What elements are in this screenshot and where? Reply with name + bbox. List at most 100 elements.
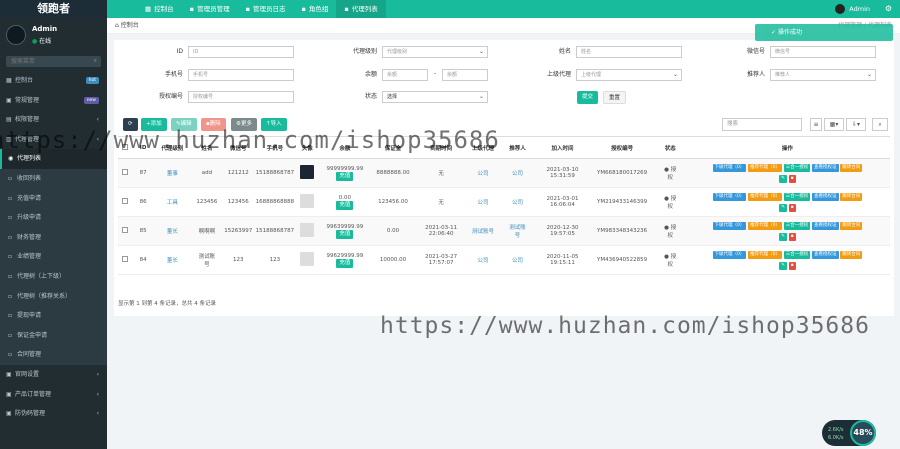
three-in-one-auth-button[interactable]: 三合一授权 <box>783 222 811 230</box>
sidebar-item[interactable]: ▫ 代理树（上下级） <box>0 266 107 287</box>
sidebar-item[interactable]: ▫ 充值申请 <box>0 188 107 209</box>
recharge-button[interactable]: 充值 <box>336 171 354 181</box>
row-checkbox-cell[interactable] <box>118 187 133 217</box>
filter-auth-input[interactable]: 授权编号 <box>188 91 294 103</box>
sidebar-item[interactable]: ▫ 合同管理 <box>0 345 107 365</box>
sidebar-item[interactable]: ▣ 防伪码管理 ‹ <box>0 404 107 424</box>
sidebar-item[interactable]: ▦ 控制台 hot <box>0 71 107 91</box>
delete-row-button[interactable]: ▪ <box>788 233 796 241</box>
view-certificate-button[interactable]: 查看授权证 <box>812 222 839 230</box>
referral-agent-button[interactable]: 推荐代理（0） <box>748 164 783 172</box>
checkbox[interactable] <box>122 198 129 204</box>
columns-icon[interactable]: ▦▾ <box>824 118 844 131</box>
referrer-link[interactable]: 公司 <box>512 171 523 177</box>
avatar[interactable] <box>300 165 315 179</box>
sidebar-item[interactable]: ▫ 提现申请 <box>0 306 107 326</box>
sub-agent-button[interactable]: 下级代理（0） <box>712 251 747 259</box>
avatar[interactable] <box>300 223 315 237</box>
delete-row-button[interactable]: ▪ <box>788 204 796 212</box>
status-badge[interactable]: ● 授权 <box>655 187 685 217</box>
edit-row-button[interactable]: ✎ <box>779 233 787 241</box>
referral-agent-button[interactable]: 推荐代理（0） <box>748 193 783 201</box>
row-checkbox-cell[interactable] <box>118 216 133 246</box>
referral-agent-button[interactable]: 推荐代理（0） <box>748 251 783 259</box>
sidebar-item[interactable]: ▫ 财务管理 <box>0 227 107 248</box>
sidebar-item[interactable]: ▣ 常规管理 new <box>0 91 107 111</box>
tab-role-group[interactable]: ▪ 角色组 <box>293 0 336 18</box>
sidebar-item[interactable]: ▫ 保证金申请 <box>0 325 107 346</box>
jump-contract-button[interactable]: 跳转合同 <box>840 193 863 201</box>
submit-button[interactable]: 提交 <box>577 91 599 104</box>
referrer-link[interactable]: 测试账 <box>499 223 537 231</box>
filter-id-input[interactable]: ID <box>188 46 294 58</box>
search-icon[interactable]: ⌕ <box>872 118 888 131</box>
parent-link[interactable]: 公司 <box>477 200 488 206</box>
level-link[interactable]: 工具 <box>167 200 178 206</box>
parent-link[interactable]: 测试账号 <box>472 229 494 235</box>
checkbox[interactable] <box>122 256 129 262</box>
referrer-link[interactable]: 号 <box>499 231 537 239</box>
filter-parent-select[interactable]: 上级代理 ⌄ <box>576 69 682 81</box>
delete-row-button[interactable]: ▪ <box>788 175 796 183</box>
three-in-one-auth-button[interactable]: 三合一授权 <box>783 251 811 259</box>
tab-admin-log[interactable]: ▪ 管理员日志 <box>238 0 294 18</box>
tab-admin-manage[interactable]: ▪ 管理员管理 <box>182 0 238 18</box>
recharge-button[interactable]: 充值 <box>336 258 354 268</box>
sidebar-item[interactable]: ▫ 代理树（推荐关系） <box>0 286 107 307</box>
status-badge[interactable]: ● 授权 <box>655 158 685 188</box>
level-link[interactable]: 董长 <box>167 229 178 235</box>
sidebar-item[interactable]: ▫ 业绩管理 <box>0 247 107 267</box>
filter-balance-min[interactable]: 余额 <box>382 69 428 81</box>
view-certificate-button[interactable]: 查看授权证 <box>812 193 839 201</box>
network-speed-widget[interactable]: 2.6K/s 6.0K/s 48% <box>822 420 876 446</box>
sidebar-item[interactable]: ▫ 升级申请 <box>0 208 107 228</box>
level-link[interactable]: 董事 <box>167 171 178 177</box>
tab-agent-list[interactable]: ▪ 代理列表 <box>336 0 386 18</box>
jump-contract-button[interactable]: 跳转合同 <box>840 164 863 172</box>
avatar[interactable] <box>300 194 315 208</box>
status-badge[interactable]: ● 授权 <box>655 216 685 246</box>
filter-balance-max[interactable]: 余额 <box>442 69 488 81</box>
view-certificate-button[interactable]: 查看授权证 <box>812 164 839 172</box>
sidebar-item[interactable]: ▣ 产品订单管理 ‹ <box>0 385 107 405</box>
sub-agent-button[interactable]: 下级代理（0） <box>712 222 747 230</box>
toggle-view-icon[interactable]: ≡ <box>810 118 822 131</box>
edit-row-button[interactable]: ✎ <box>779 204 787 212</box>
row-checkbox-cell[interactable] <box>118 158 133 188</box>
three-in-one-auth-button[interactable]: 三合一授权 <box>783 193 811 201</box>
edit-row-button[interactable]: ✎ <box>779 175 787 183</box>
parent-link[interactable]: 公司 <box>477 258 488 264</box>
recharge-button[interactable]: 充值 <box>336 229 354 239</box>
checkbox[interactable] <box>122 169 129 175</box>
sidebar-search-input[interactable] <box>6 56 101 67</box>
status-badge[interactable]: ● 授权 <box>655 245 685 275</box>
filter-level-select[interactable]: 代理级别 ⌄ <box>382 46 488 58</box>
tab-dashboard[interactable]: ▦ 控制台 <box>137 0 182 18</box>
search-icon[interactable]: ⌕ <box>94 57 97 65</box>
sub-agent-button[interactable]: 下级代理（0） <box>712 164 747 172</box>
sub-agent-button[interactable]: 下级代理（0） <box>712 193 747 201</box>
view-certificate-button[interactable]: 查看授权证 <box>812 251 839 259</box>
app-logo[interactable]: 领跑者 <box>0 0 107 18</box>
recharge-button[interactable]: 充值 <box>336 200 354 210</box>
breadcrumb-title[interactable]: 控制台 <box>121 22 139 29</box>
filter-phone-input[interactable]: 手机号 <box>188 69 294 81</box>
level-link[interactable]: 董长 <box>167 258 178 264</box>
filter-name-input[interactable]: 姓名 <box>576 46 682 58</box>
edit-row-button[interactable]: ✎ <box>779 262 787 270</box>
referral-agent-button[interactable]: 推荐代理（0） <box>748 222 783 230</box>
sidebar-item[interactable]: ▫ 收回列表 <box>0 168 107 189</box>
sidebar-item[interactable]: ▣ 官网设置 ‹ <box>0 365 107 385</box>
table-search-input[interactable]: 搜索 <box>722 118 802 131</box>
export-icon[interactable]: ⇩▾ <box>846 118 866 131</box>
avatar[interactable] <box>300 252 315 266</box>
gear-icon[interactable]: ⚙ <box>885 0 892 18</box>
reset-button[interactable]: 重置 <box>603 91 627 104</box>
parent-link[interactable]: 公司 <box>477 171 488 177</box>
checkbox[interactable] <box>122 227 129 233</box>
filter-wechat-input[interactable]: 微信号 <box>770 46 876 58</box>
referrer-link[interactable]: 公司 <box>512 200 523 206</box>
jump-contract-button[interactable]: 跳转合同 <box>840 222 863 230</box>
three-in-one-auth-button[interactable]: 三合一授权 <box>783 164 811 172</box>
delete-row-button[interactable]: ▪ <box>788 262 796 270</box>
